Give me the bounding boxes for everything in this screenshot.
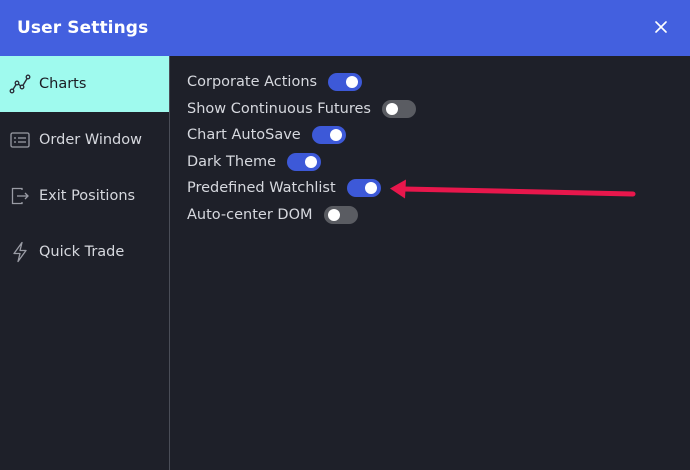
predefined-watchlist-toggle[interactable]	[346, 179, 381, 197]
sidebar-item-order-window[interactable]: Order Window	[0, 112, 169, 168]
exit-icon	[9, 185, 31, 207]
user-settings-dialog: User Settings Charts Order Window Exit P…	[0, 0, 690, 470]
option-dark-theme: Dark Theme	[187, 149, 322, 175]
sidebar-item-label: Quick Trade	[39, 244, 125, 260]
option-label: Predefined Watchlist	[187, 180, 336, 196]
charts-settings-panel: Corporate Actions Show Continuous Future…	[171, 56, 690, 470]
sidebar-item-charts[interactable]: Charts	[0, 56, 169, 112]
option-auto-center-dom: Auto-center DOM	[187, 202, 358, 228]
option-label: Auto-center DOM	[187, 206, 313, 223]
auto-center-dom-toggle[interactable]	[323, 205, 358, 224]
sidebar-item-label: Charts	[39, 76, 87, 92]
option-label: Show Continuous Futures	[187, 100, 371, 117]
chart-line-icon	[9, 73, 31, 95]
corporate-actions-toggle[interactable]	[328, 73, 363, 91]
sidebar-item-label: Exit Positions	[39, 188, 136, 204]
lightning-icon	[9, 241, 31, 263]
chart-autosave-toggle[interactable]	[311, 126, 346, 144]
sidebar-item-exit-positions[interactable]: Exit Positions	[0, 168, 169, 224]
option-label: Dark Theme	[187, 153, 277, 170]
dialog-title: User Settings	[17, 18, 149, 38]
dialog-header: User Settings	[0, 0, 690, 56]
option-chart-autosave: Chart AutoSave	[187, 122, 346, 148]
option-corporate-actions: Corporate Actions	[187, 69, 363, 95]
order-window-icon	[9, 129, 31, 151]
sidebar-item-quick-trade[interactable]: Quick Trade	[0, 224, 169, 280]
option-show-continuous-futures: Show Continuous Futures	[187, 96, 416, 122]
sidebar-item-label: Order Window	[39, 132, 142, 148]
option-predefined-watchlist: Predefined Watchlist	[187, 175, 381, 201]
option-label: Chart AutoSave	[187, 127, 301, 143]
close-button[interactable]	[650, 16, 672, 38]
settings-sidebar: Charts Order Window Exit Positions Quick…	[0, 56, 170, 470]
option-label: Corporate Actions	[187, 74, 318, 90]
show-continuous-futures-toggle[interactable]	[381, 99, 416, 118]
dark-theme-toggle[interactable]	[287, 152, 322, 171]
close-icon	[655, 21, 667, 33]
